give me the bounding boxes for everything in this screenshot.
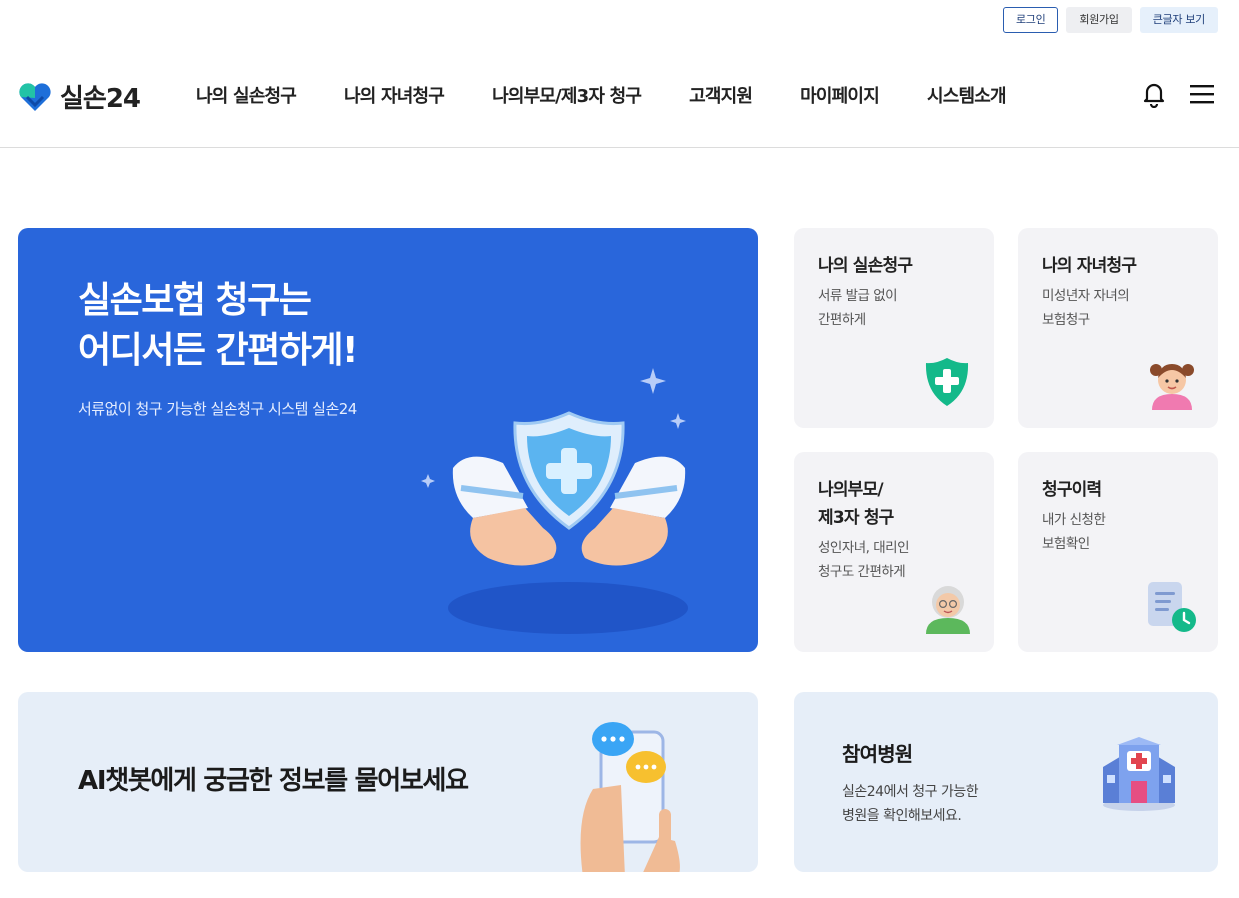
hospital-desc: 실손24에서 청구 가능한 병원을 확인해보세요. (842, 780, 979, 828)
hospital-banner[interactable]: 참여병원 실손24에서 청구 가능한 병원을 확인해보세요. (794, 692, 1218, 872)
card-parent-claim[interactable]: 나의부모/ 제3자 청구 성인자녀, 대리인 청구도 간편하게 (794, 452, 994, 652)
hospital-desc-line1: 실손24에서 청구 가능한 (842, 784, 979, 800)
nav-support[interactable]: 고객지원 (689, 82, 753, 108)
card-desc-line1: 내가 신청한 (1042, 512, 1106, 528)
card-title: 나의 실손청구 (818, 256, 913, 276)
grandparent-icon (926, 586, 970, 634)
card-desc-line1: 서류 발급 없이 (818, 288, 898, 304)
chatbot-text: AI챗봇에게 궁금한 정보를 물어보세요 (78, 766, 469, 796)
card-desc-line2: 보험청구 (1042, 312, 1090, 328)
card-title-line1: 나의부모/ (818, 480, 884, 500)
card-desc-line2: 보험확인 (1042, 536, 1090, 552)
hands-shield-illustration (421, 368, 688, 634)
nav-child-claim[interactable]: 나의 자녀청구 (344, 82, 445, 108)
logo-text: 실손24 (60, 84, 141, 114)
card-my-claim[interactable]: 나의 실손청구 서류 발급 없이 간편하게 (794, 228, 994, 428)
card-title: 나의부모/ 제3자 청구 (818, 476, 894, 532)
card-desc-line1: 성인자녀, 대리인 (818, 540, 910, 556)
shield-plus-icon (925, 358, 969, 406)
card-desc-line2: 간편하게 (818, 312, 866, 328)
header: 실손24 나의 실손청구 나의 자녀청구 나의부모/제3자 청구 고객지원 마이… (0, 60, 1239, 148)
chatbot-banner[interactable]: AI챗봇에게 궁금한 정보를 물어보세요 (18, 692, 758, 872)
card-desc-line2: 청구도 간편하게 (818, 564, 906, 580)
card-desc-line1: 미성년자 자녀의 (1042, 288, 1130, 304)
hero-title-line1: 실손보험 청구는 (78, 280, 312, 321)
menu-icon[interactable] (1189, 83, 1215, 105)
nav-mypage[interactable]: 마이페이지 (800, 82, 880, 108)
header-icons (1141, 80, 1215, 108)
hospital-title: 참여병원 (842, 742, 913, 766)
utility-bar: 로그인 회원가입 큰글자 보기 (1002, 7, 1218, 33)
document-clock-icon (1148, 582, 1196, 632)
nav-system-intro[interactable]: 시스템소개 (927, 82, 1007, 108)
card-title: 청구이력 (1042, 480, 1102, 500)
phone-chat-illustration (580, 722, 680, 872)
hospital-desc-line2: 병원을 확인해보세요. (842, 808, 962, 824)
heart-logo-icon (19, 82, 51, 111)
hospital-building-icon (1103, 737, 1175, 811)
hero-title-line2: 어디서든 간편하게! (78, 330, 358, 371)
card-title: 나의 자녀청구 (1042, 256, 1137, 276)
nav-my-claim[interactable]: 나의 실손청구 (196, 82, 297, 108)
hero-title: 실손보험 청구는 어디서든 간편하게! (78, 276, 358, 376)
bell-icon[interactable] (1141, 80, 1167, 108)
main-nav: 나의 실손청구 나의 자녀청구 나의부모/제3자 청구 고객지원 마이페이지 시… (196, 82, 1007, 108)
hero-subtitle: 서류없이 청구 가능한 실손청구 시스템 실손24 (78, 400, 357, 418)
logo[interactable]: 실손24 (18, 78, 141, 115)
login-button[interactable]: 로그인 (1002, 7, 1059, 33)
join-button[interactable]: 회원가입 (1066, 7, 1132, 33)
hero-banner[interactable]: 실손보험 청구는 어디서든 간편하게! 서류없이 청구 가능한 실손청구 시스템… (18, 228, 758, 652)
card-child-claim[interactable]: 나의 자녀청구 미성년자 자녀의 보험청구 (1018, 228, 1218, 428)
card-title-line2: 제3자 청구 (818, 508, 894, 528)
card-claim-history[interactable]: 청구이력 내가 신청한 보험확인 (1018, 452, 1218, 652)
large-text-button[interactable]: 큰글자 보기 (1139, 7, 1218, 33)
child-icon (1150, 364, 1194, 410)
nav-parent-claim[interactable]: 나의부모/제3자 청구 (492, 82, 642, 108)
